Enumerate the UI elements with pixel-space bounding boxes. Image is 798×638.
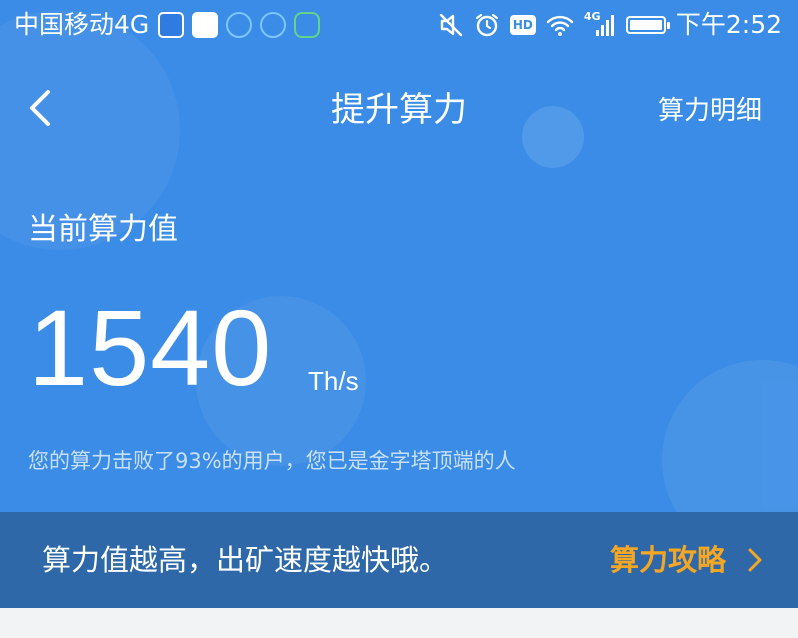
hashrate-value: 1540 [28, 287, 273, 408]
back-arrow-icon[interactable] [18, 86, 62, 130]
wifi-icon [546, 15, 574, 36]
status-right: HD 4G 下午2:52 [438, 10, 782, 40]
notification-icons [158, 12, 320, 38]
hd-badge: HD [509, 15, 536, 35]
signal-bars-icon [595, 15, 614, 36]
decor-bubble [662, 360, 798, 512]
alarm-icon [475, 13, 498, 37]
hashrate-detail-link[interactable]: 算力明细 [658, 94, 762, 128]
strategy-link[interactable]: 算力攻略 [610, 540, 770, 580]
battery-icon [625, 16, 670, 34]
ranking-description: 您的算力击败了93%的用户，您已是金字塔顶端的人 [28, 449, 516, 473]
chevron-right-icon [748, 548, 762, 572]
carrier-label: 中国移动4G [14, 10, 150, 39]
telegram-app-icon [192, 12, 218, 38]
decor-bubble [522, 106, 584, 168]
hero-panel: 中国移动4G HD 4G 下午2:52 提升算力 算力明细 当前算力值 1540… [0, 0, 798, 512]
status-bar: 中国移动4G HD 4G 下午2:52 [0, 0, 798, 50]
mute-icon [439, 13, 463, 37]
signal-icon: 4G [584, 10, 616, 38]
browser-app-icon [226, 12, 252, 38]
strategy-link-label: 算力攻略 [609, 543, 726, 577]
qq-app-icon [158, 12, 184, 38]
clock-label: 下午2:52 [675, 10, 782, 39]
content-area [0, 608, 798, 638]
tip-bar: 算力值越高，出矿速度越快哦。 算力攻略 [0, 512, 798, 608]
wechat-app-icon [294, 12, 320, 38]
tip-text: 算力值越高，出矿速度越快哦。 [42, 543, 449, 577]
phone-app-icon [260, 12, 286, 38]
app-screen: 中国移动4G HD 4G 下午2:52 提升算力 算力明细 当前算力值 1540… [0, 0, 798, 638]
hashrate-unit: Th/s [308, 366, 359, 396]
current-hashrate-label: 当前算力值 [28, 212, 178, 247]
